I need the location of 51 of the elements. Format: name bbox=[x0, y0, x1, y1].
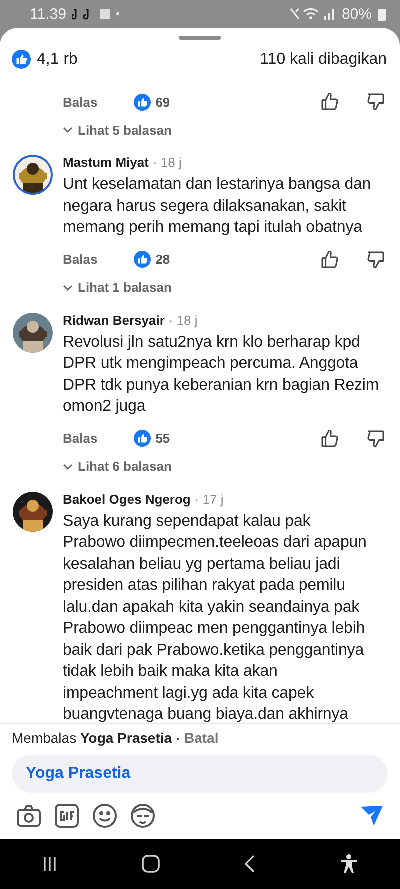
like-icon bbox=[134, 430, 151, 447]
smiley-icon[interactable] bbox=[93, 804, 117, 828]
view-replies-link[interactable]: Lihat 6 balasan bbox=[63, 456, 172, 478]
commenter-name[interactable]: Mastum Miyat bbox=[63, 155, 149, 170]
drag-handle[interactable] bbox=[179, 36, 221, 40]
view-replies-link[interactable]: Lihat 1 balasan bbox=[63, 276, 172, 298]
home-icon[interactable] bbox=[142, 855, 160, 873]
accessibility-icon[interactable] bbox=[340, 854, 358, 874]
view-replies-link[interactable]: Lihat 5 balasan bbox=[63, 119, 172, 141]
battery-percentage: 80% bbox=[342, 6, 372, 22]
replying-to-label: Membalas Yoga Prasetia · bbox=[12, 730, 182, 746]
avatar-sticker-icon[interactable] bbox=[131, 804, 155, 828]
reply-button[interactable]: Balas bbox=[63, 252, 98, 267]
commenter-name[interactable]: Ridwan Bersyair bbox=[63, 312, 165, 328]
comment-time: · 18 j bbox=[152, 155, 182, 170]
comment-time: · 18 j bbox=[168, 312, 198, 328]
send-icon[interactable] bbox=[360, 805, 384, 827]
chevron-down-icon bbox=[63, 284, 73, 290]
camera-icon[interactable] bbox=[17, 805, 41, 827]
like-icon bbox=[134, 94, 151, 110]
like-icon bbox=[134, 251, 151, 268]
like-count: 69 bbox=[156, 94, 170, 110]
comment-time: · 17 j bbox=[194, 492, 224, 506]
status-time: 11.39 bbox=[30, 6, 66, 22]
comment-text: Revolusi jln satu2nya krn klo berharap kpd DPR utk mengimpeach percuma. Anggota DPR tdk punya keberanian krn bagian Rezim omon2 juga bbox=[63, 332, 380, 417]
cancel-link[interactable]: Batal bbox=[184, 730, 219, 746]
like-count: 55 bbox=[156, 431, 170, 446]
chevron-down-icon bbox=[63, 127, 73, 133]
notification-icons bbox=[72, 7, 120, 21]
back-icon[interactable] bbox=[244, 855, 256, 873]
chevron-down-icon bbox=[63, 464, 73, 470]
like-icon bbox=[12, 50, 31, 69]
comment-text: Unt keselamatan dan lestarinya bangsa dan negara harus segera dilaksanakan, sakit memang perih memang tapi itulah obatnya bbox=[63, 175, 372, 238]
battery-icon bbox=[378, 8, 386, 20]
comment-input[interactable]: Yoga Prasetia bbox=[12, 755, 388, 793]
comment-text: Saya kurang sependapat kalau pak Prabowo diimpecmen.teeleoas dari apapun kesalahan beliau yg pertama beliau jadi presiden atas pilihan rakyat pada pemilu lalu.dan apakah kita yakin seandainya pak Prabowo diimpeac men penggantinya lebih baik dari pak Prabowo.ketika penggantinya tidak lebih baik maka kita akan impeachment lagi.yg ada kita capek buangvtenaga buang biaya.dan akhirnya bbox=[63, 512, 368, 723]
thumbs-up-icon[interactable] bbox=[320, 92, 340, 112]
reaction-count[interactable]: 4,1 rb bbox=[37, 50, 78, 68]
commenter-name[interactable]: Bakoel Oges Ngerog bbox=[63, 492, 191, 506]
like-count: 28 bbox=[156, 252, 170, 267]
reply-button[interactable]: Balas bbox=[63, 94, 98, 110]
gif-icon[interactable] bbox=[55, 804, 79, 828]
system-status-icons bbox=[290, 7, 336, 21]
reply-button[interactable]: Balas bbox=[63, 431, 98, 446]
recent-apps-icon[interactable] bbox=[42, 856, 58, 872]
thumbs-up-icon[interactable] bbox=[320, 250, 340, 270]
share-count[interactable]: 110 kali dibagikan bbox=[260, 50, 387, 68]
thumbs-down-icon[interactable] bbox=[366, 428, 386, 448]
thumbs-up-icon[interactable] bbox=[320, 428, 340, 448]
thumbs-down-icon[interactable] bbox=[366, 92, 386, 112]
thumbs-down-icon[interactable] bbox=[366, 250, 386, 270]
